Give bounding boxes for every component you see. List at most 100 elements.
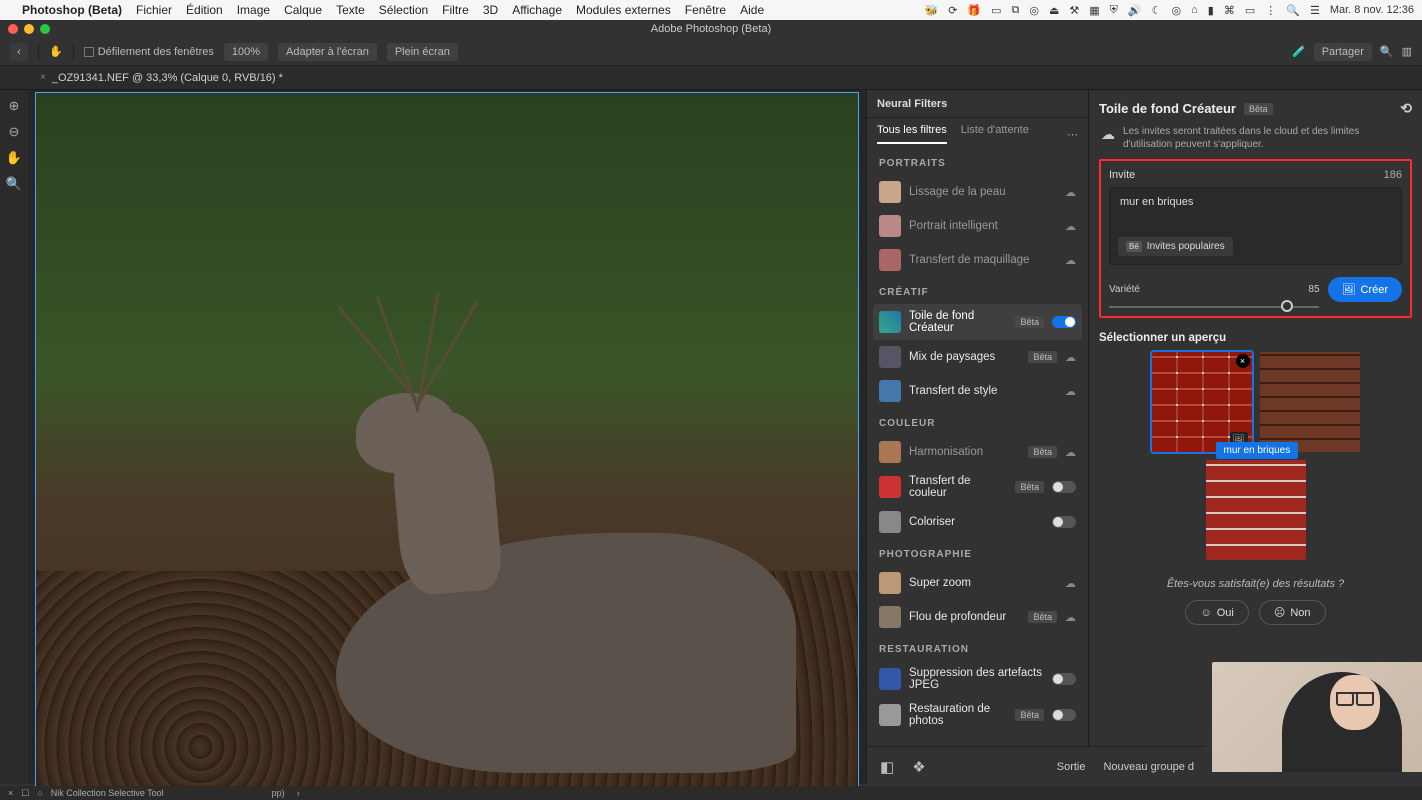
app-name[interactable]: Photoshop (Beta) (22, 3, 122, 17)
menu-affichage[interactable]: Affichage (512, 3, 562, 17)
more-icon[interactable]: ⋯ (1067, 128, 1078, 141)
maximize-window-icon[interactable] (40, 24, 50, 34)
fit-screen-button[interactable]: Adapter à l'écran (278, 43, 377, 61)
beaker-icon[interactable]: 🧪 (1292, 45, 1306, 58)
filter-style-transfer[interactable]: Transfert de style☁ (873, 374, 1082, 408)
chevron-right-icon[interactable]: › (297, 788, 300, 798)
cc-icon[interactable]: ◎ (1029, 4, 1039, 17)
scroll-windows-checkbox[interactable]: Défilement des fenêtres (84, 46, 214, 58)
menu-3d[interactable]: 3D (483, 3, 498, 17)
menu-edition[interactable]: Édition (186, 3, 223, 17)
download-icon[interactable]: ☁ (1065, 446, 1076, 459)
download-icon[interactable]: ☁ (1065, 577, 1076, 590)
before-after-icon[interactable]: ◧ (880, 758, 894, 776)
nik-tool-label[interactable]: Nik Collection Selective Tool (51, 788, 164, 798)
no-button[interactable]: ☹Non (1259, 600, 1326, 625)
download-icon[interactable]: ☁ (1065, 254, 1076, 267)
hand-tool-icon[interactable]: ✋ (6, 150, 22, 166)
workspace-icon[interactable]: ▥ (1402, 45, 1412, 58)
filter-backdrop-creator[interactable]: Toile de fond CréateurBêta (873, 304, 1082, 340)
filter-makeup-transfer[interactable]: Transfert de maquillage☁ (873, 243, 1082, 277)
bluetooth-icon[interactable]: ⌘ (1224, 4, 1235, 17)
menu-aide[interactable]: Aide (740, 3, 764, 17)
filter-harmonization[interactable]: HarmonisationBêta☁ (873, 435, 1082, 469)
download-icon[interactable]: ☁ (1065, 220, 1076, 233)
filter-skin-smoothing[interactable]: Lissage de la peau☁ (873, 175, 1082, 209)
shield-icon[interactable]: ⛨ (1110, 4, 1118, 17)
zoom-in-icon[interactable]: ⊕ (9, 98, 20, 114)
minimize-window-icon[interactable] (24, 24, 34, 34)
display-icon[interactable]: ⧉ (1012, 4, 1020, 17)
moon-icon[interactable]: ☾ (1152, 4, 1162, 17)
filter-photo-restoration[interactable]: Restauration de photosBêta (873, 697, 1082, 733)
variety-slider[interactable] (1109, 306, 1319, 308)
toggle-jpeg[interactable] (1052, 673, 1076, 685)
hdd-icon[interactable]: ⏏ (1049, 4, 1059, 17)
tools-icon[interactable]: ⚒ (1069, 4, 1079, 17)
sync-icon[interactable]: ⟳ (948, 4, 957, 17)
menu-selection[interactable]: Sélection (379, 3, 428, 17)
control-center-icon[interactable]: ☰ (1310, 4, 1320, 17)
filter-super-zoom[interactable]: Super zoom☁ (873, 566, 1082, 600)
menu-filtre[interactable]: Filtre (442, 3, 469, 17)
clock[interactable]: Mar. 8 nov. 12:36 (1330, 4, 1414, 16)
remove-preview-icon[interactable]: × (1236, 354, 1250, 368)
cloud-icon[interactable]: ⌂ (1191, 4, 1198, 16)
gift-icon[interactable]: 🎁 (967, 4, 981, 17)
zoom-out-icon[interactable]: ⊖ (9, 124, 20, 140)
preview-thumb-3[interactable]: mur en briques (1206, 460, 1306, 560)
circle-icon[interactable]: ○ (37, 788, 42, 798)
toggle-restore[interactable] (1052, 709, 1076, 721)
fullscreen-button[interactable]: Plein écran (387, 43, 458, 61)
menu-fichier[interactable]: Fichier (136, 3, 172, 17)
flag-icon[interactable]: ▮ (1208, 4, 1214, 17)
reset-icon[interactable]: ⟲ (1400, 100, 1412, 117)
grid-icon[interactable]: ▦ (1089, 4, 1099, 17)
checkbox-icon[interactable]: ☐ (21, 788, 29, 799)
toggle-colorize[interactable] (1052, 516, 1076, 528)
toggle-backdrop[interactable] (1052, 316, 1076, 328)
share-button[interactable]: Partager (1314, 43, 1372, 61)
toggle-colortransfer[interactable] (1052, 481, 1076, 493)
menu-fenetre[interactable]: Fenêtre (685, 3, 726, 17)
filter-colorize[interactable]: Coloriser (873, 505, 1082, 539)
hand-tool-icon[interactable]: ✋ (49, 45, 63, 58)
yes-button[interactable]: ☺Oui (1185, 600, 1248, 625)
tab-all-filters[interactable]: Tous les filtres (877, 124, 947, 144)
menu-image[interactable]: Image (237, 3, 270, 17)
menu-calque[interactable]: Calque (284, 3, 322, 17)
download-icon[interactable]: ☁ (1065, 385, 1076, 398)
zoom-100-button[interactable]: 100% (224, 43, 268, 61)
layers-icon[interactable]: ❖ (912, 758, 925, 776)
preview-thumb-1[interactable]: × 🖼 (1152, 352, 1252, 452)
download-icon[interactable]: ☁ (1065, 611, 1076, 624)
volume-icon[interactable]: 🔊 (1128, 4, 1142, 17)
menu-texte[interactable]: Texte (336, 3, 365, 17)
document-canvas[interactable] (35, 92, 859, 792)
zoom-tool-icon[interactable]: 🔍 (6, 176, 22, 192)
filter-color-transfer[interactable]: Transfert de couleurBêta (873, 469, 1082, 505)
target-icon[interactable]: ◎ (1172, 4, 1182, 17)
filter-jpeg-artifacts[interactable]: Suppression des artefacts JPEG (873, 661, 1082, 697)
prompt-textarea[interactable]: mur en briques Bē Invites populaires (1109, 187, 1402, 265)
search-icon[interactable]: 🔍 (1380, 45, 1394, 58)
create-button[interactable]: 🖼 Créer (1328, 277, 1402, 302)
filter-depth-blur[interactable]: Flou de profondeurBêta☁ (873, 600, 1082, 634)
download-icon[interactable]: ☁ (1065, 351, 1076, 364)
wifi-icon[interactable]: ⋮ (1265, 4, 1276, 17)
output-dropdown[interactable]: Nouveau groupe d (1103, 761, 1194, 773)
tab-waitlist[interactable]: Liste d'attente (961, 124, 1029, 144)
close-window-icon[interactable] (8, 24, 18, 34)
document-tab[interactable]: _OZ91341.NEF @ 33,3% (Calque 0, RVB/16) … (52, 72, 283, 84)
bug-icon[interactable]: 🐝 (924, 4, 938, 17)
camera-icon[interactable]: ▭ (991, 4, 1001, 17)
battery-icon[interactable]: ▭ (1245, 4, 1255, 17)
back-button[interactable]: ‹ (10, 43, 28, 61)
traffic-lights[interactable] (8, 24, 50, 34)
close-icon[interactable]: × (8, 788, 13, 798)
menu-modules[interactable]: Modules externes (576, 3, 671, 17)
filter-landscape-mixer[interactable]: Mix de paysagesBêta☁ (873, 340, 1082, 374)
search-icon[interactable]: 🔍 (1286, 4, 1300, 17)
popular-prompts-button[interactable]: Bē Invites populaires (1118, 237, 1233, 256)
close-tab-icon[interactable]: × (40, 72, 46, 83)
